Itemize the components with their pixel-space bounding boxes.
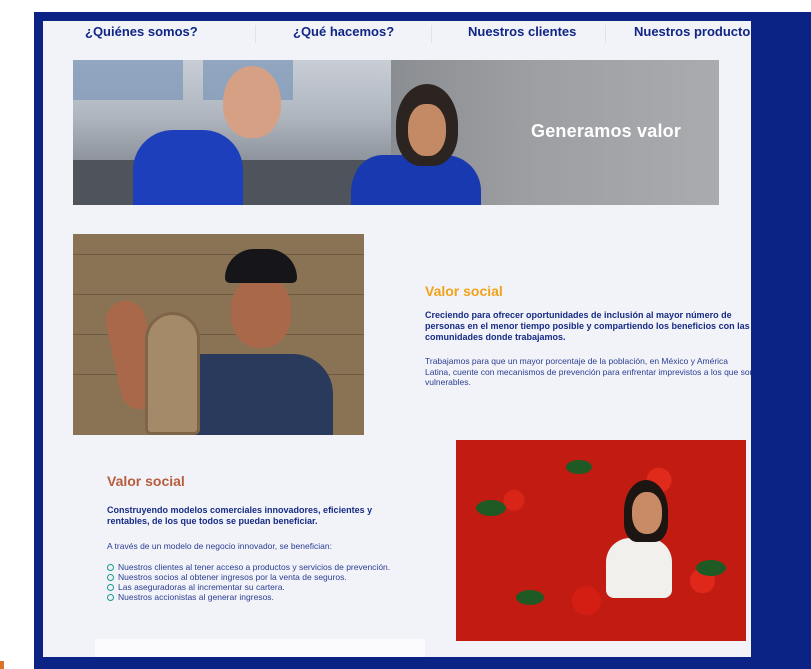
section2-lead: Construyendo modelos comerciales innovad… xyxy=(107,505,373,526)
bottom-panel xyxy=(95,639,425,657)
section1-body: Trabajamos para que un mayor porcentaje … xyxy=(425,356,751,387)
brick-line xyxy=(73,254,364,255)
leaf xyxy=(566,460,592,474)
nav-divider xyxy=(431,25,432,43)
list-item: Nuestros accionistas al generar ingresos… xyxy=(107,592,390,602)
list-item-text: Nuestros socios al obtener ingresos por … xyxy=(118,572,347,582)
left-edge-accent xyxy=(0,661,4,669)
section2-intro: A través de un modelo de negocio innovad… xyxy=(107,541,332,551)
section2-title: Valor social xyxy=(107,473,185,489)
left-strip xyxy=(0,0,34,669)
poinsettia-photo xyxy=(456,440,746,641)
nav-divider xyxy=(255,25,256,43)
nav-nuestros-productos[interactable]: Nuestros productos xyxy=(634,21,751,49)
nav-que-hacemos[interactable]: ¿Qué hacemos? xyxy=(293,21,394,49)
circle-bullet-icon xyxy=(107,574,114,581)
leaf xyxy=(476,500,506,516)
leaf xyxy=(516,590,544,605)
section1-lead: Creciendo para ofrecer oportunidades de … xyxy=(425,310,750,342)
office-window xyxy=(73,60,183,100)
hero-banner: Generamos valor xyxy=(73,60,719,205)
main-nav: ¿Quiénes somos? ¿Qué hacemos? Nuestros c… xyxy=(43,21,751,49)
clay-sculpture xyxy=(145,312,200,435)
list-item: Nuestros clientes al tener acceso a prod… xyxy=(107,562,390,572)
brick-line xyxy=(73,294,364,295)
nav-divider xyxy=(605,25,606,43)
hero-photo-office xyxy=(73,60,453,205)
artisan-face xyxy=(231,276,291,348)
woman-blouse xyxy=(606,538,672,598)
list-item: Las aseguradoras al incrementar su carte… xyxy=(107,582,390,592)
list-item: Nuestros socios al obtener ingresos por … xyxy=(107,572,390,582)
list-item-text: Nuestros clientes al tener acceso a prod… xyxy=(118,562,391,572)
woman-face xyxy=(408,104,446,156)
list-item-text: Nuestros accionistas al generar ingresos… xyxy=(118,592,274,602)
man-head xyxy=(223,66,281,138)
nav-nuestros-clientes[interactable]: Nuestros clientes xyxy=(468,21,576,49)
page-content: ¿Quiénes somos? ¿Qué hacemos? Nuestros c… xyxy=(43,21,751,657)
section1-title: Valor social xyxy=(425,283,503,299)
nav-quienes-somos[interactable]: ¿Quiénes somos? xyxy=(85,21,198,49)
beneficiaries-list: Nuestros clientes al tener acceso a prod… xyxy=(107,562,390,602)
hero-headline: Generamos valor xyxy=(531,121,682,141)
circle-bullet-icon xyxy=(107,594,114,601)
leaf xyxy=(696,560,726,576)
woman-face xyxy=(632,492,662,534)
man-figure xyxy=(133,130,243,205)
artisan-photo xyxy=(73,234,364,435)
list-item-text: Las aseguradoras al incrementar su carte… xyxy=(118,582,285,592)
circle-bullet-icon xyxy=(107,564,114,571)
circle-bullet-icon xyxy=(107,584,114,591)
